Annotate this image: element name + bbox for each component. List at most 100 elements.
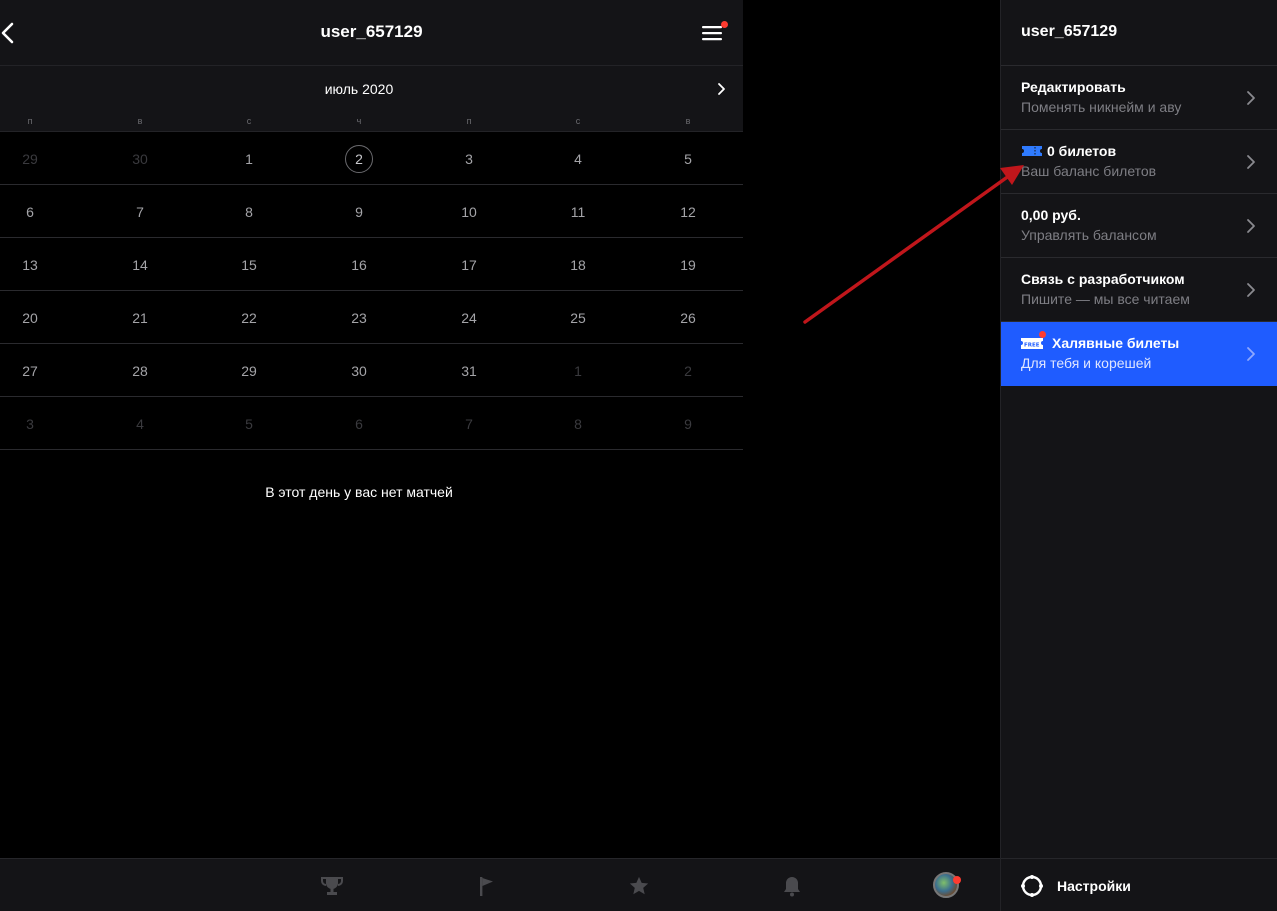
calendar-day[interactable]: 9 <box>329 185 389 238</box>
svg-text:FREE: FREE <box>1024 343 1040 349</box>
bell-icon[interactable] <box>779 873 805 899</box>
calendar-day[interactable]: 29 <box>219 344 279 397</box>
calendar-day-number: 1 <box>574 362 582 379</box>
calendar-day[interactable]: 26 <box>658 291 718 344</box>
calendar-day-number: 1 <box>245 150 253 167</box>
calendar-day[interactable]: 30 <box>329 344 389 397</box>
menu-item-subtitle: Управлять балансом <box>1021 227 1157 243</box>
calendar-day[interactable]: 18 <box>548 238 608 291</box>
calendar-day[interactable]: 24 <box>439 291 499 344</box>
calendar-week-row: 27 28 29 30 31 1 2 <box>0 344 743 397</box>
calendar-day-number: 28 <box>132 362 148 379</box>
calendar-day[interactable]: 6 <box>0 185 60 238</box>
calendar-day-number: 14 <box>132 256 148 273</box>
calendar-day[interactable]: 29 <box>0 132 60 185</box>
calendar-day[interactable]: 22 <box>219 291 279 344</box>
star-icon[interactable] <box>626 873 652 899</box>
calendar-day-number: 2 <box>345 144 373 173</box>
calendar-day-number: 30 <box>132 150 148 167</box>
calendar-day[interactable]: 9 <box>658 397 718 450</box>
calendar-day[interactable]: 4 <box>548 132 608 185</box>
calendar-day-number: 19 <box>680 256 696 273</box>
calendar-day[interactable]: 21 <box>110 291 170 344</box>
calendar-day[interactable]: 8 <box>548 397 608 450</box>
calendar-week-row: 20 21 22 23 24 25 26 <box>0 291 743 344</box>
calendar-day[interactable]: 5 <box>219 397 279 450</box>
notification-dot <box>1039 331 1046 338</box>
calendar-day[interactable]: 13 <box>0 238 60 291</box>
calendar-day-number: 23 <box>351 309 367 326</box>
calendar-day-number: 12 <box>680 203 696 220</box>
flag-icon[interactable] <box>474 873 500 899</box>
calendar-day[interactable]: 14 <box>110 238 170 291</box>
calendar-day[interactable]: 10 <box>439 185 499 238</box>
chevron-right-icon[interactable] <box>712 80 730 98</box>
calendar-day[interactable]: 3 <box>0 397 60 450</box>
calendar-day-number: 26 <box>680 309 696 326</box>
chevron-right-icon <box>1247 283 1255 297</box>
bottom-nav <box>0 858 1000 911</box>
chevron-right-icon <box>1247 347 1255 361</box>
calendar-day-number: 4 <box>574 150 582 167</box>
settings-button[interactable]: Настройки <box>1001 858 1277 911</box>
calendar-day[interactable]: 17 <box>439 238 499 291</box>
calendar-day[interactable]: 27 <box>0 344 60 397</box>
calendar-day[interactable]: 31 <box>439 344 499 397</box>
screen: user_657129 июль 2020 п в с ч п с в 29 3… <box>0 0 1277 911</box>
calendar-day[interactable]: 1 <box>219 132 279 185</box>
calendar-day[interactable]: 1 <box>548 344 608 397</box>
calendar-day-number: 30 <box>351 362 367 379</box>
menu-item-subtitle: Пишите — мы все читаем <box>1021 291 1190 307</box>
calendar-day[interactable]: 19 <box>658 238 718 291</box>
chevron-right-icon <box>1247 219 1255 233</box>
menu-item-edit-profile[interactable]: Редактировать Поменять никнейм и аву <box>1001 66 1277 130</box>
menu-item-title: Халявные билеты <box>1052 335 1180 351</box>
calendar-day[interactable]: 28 <box>110 344 170 397</box>
calendar-day-number: 4 <box>136 415 144 432</box>
menu-item-balance[interactable]: 0,00 руб. Управлять балансом <box>1001 194 1277 258</box>
calendar-day[interactable]: 7 <box>439 397 499 450</box>
weekday-label: п <box>466 116 472 126</box>
calendar-day[interactable]: 23 <box>329 291 389 344</box>
calendar-day[interactable]: 20 <box>0 291 60 344</box>
calendar-day[interactable]: 2 <box>658 344 718 397</box>
menu-item-title: Связь с разработчиком <box>1021 271 1185 287</box>
notification-dot <box>953 876 961 884</box>
calendar-day-number: 11 <box>570 203 586 220</box>
calendar-day[interactable]: 4 <box>110 397 170 450</box>
calendar-day[interactable]: 15 <box>219 238 279 291</box>
calendar-day[interactable]: 8 <box>219 185 279 238</box>
weekday-label: п <box>27 116 33 126</box>
weekday-label: в <box>685 116 691 126</box>
menu-item-free-tickets[interactable]: FREE Халявные билеты Для тебя и корешей <box>1001 322 1277 386</box>
calendar-day-selected[interactable]: 2 <box>329 132 389 185</box>
menu-item-tickets[interactable]: 0 билетов Ваш баланс билетов <box>1001 130 1277 194</box>
calendar-day-number: 7 <box>136 203 144 220</box>
trophy-icon[interactable] <box>319 873 345 899</box>
weekday-label: с <box>246 116 252 126</box>
calendar-day-number: 21 <box>132 309 148 326</box>
menu-item-subtitle: Поменять никнейм и аву <box>1021 99 1182 115</box>
calendar-day-number: 3 <box>465 150 473 167</box>
calendar-week-row: 13 14 15 16 17 18 19 <box>0 238 743 291</box>
calendar-day[interactable]: 30 <box>110 132 170 185</box>
calendar-day[interactable]: 7 <box>110 185 170 238</box>
calendar-day-number: 2 <box>684 362 692 379</box>
calendar-day-number: 16 <box>351 256 367 273</box>
month-label: июль 2020 <box>324 81 394 97</box>
calendar-day-number: 8 <box>245 203 253 220</box>
calendar-day[interactable]: 16 <box>329 238 389 291</box>
menu-item-title: 0 билетов <box>1047 143 1117 159</box>
calendar-day[interactable]: 6 <box>329 397 389 450</box>
calendar-day[interactable]: 11 <box>548 185 608 238</box>
calendar-day[interactable]: 12 <box>658 185 718 238</box>
menu-item-contact-developer[interactable]: Связь с разработчиком Пишите — мы все чи… <box>1001 258 1277 322</box>
calendar-header: июль 2020 п в с ч п с в <box>0 66 743 132</box>
calendar-day-number: 22 <box>241 309 257 326</box>
calendar-day-number: 3 <box>26 415 34 432</box>
calendar-day[interactable]: 5 <box>658 132 718 185</box>
calendar-day[interactable]: 25 <box>548 291 608 344</box>
calendar-day[interactable]: 3 <box>439 132 499 185</box>
chevron-right-icon <box>1247 155 1255 169</box>
top-bar: user_657129 <box>0 0 743 66</box>
